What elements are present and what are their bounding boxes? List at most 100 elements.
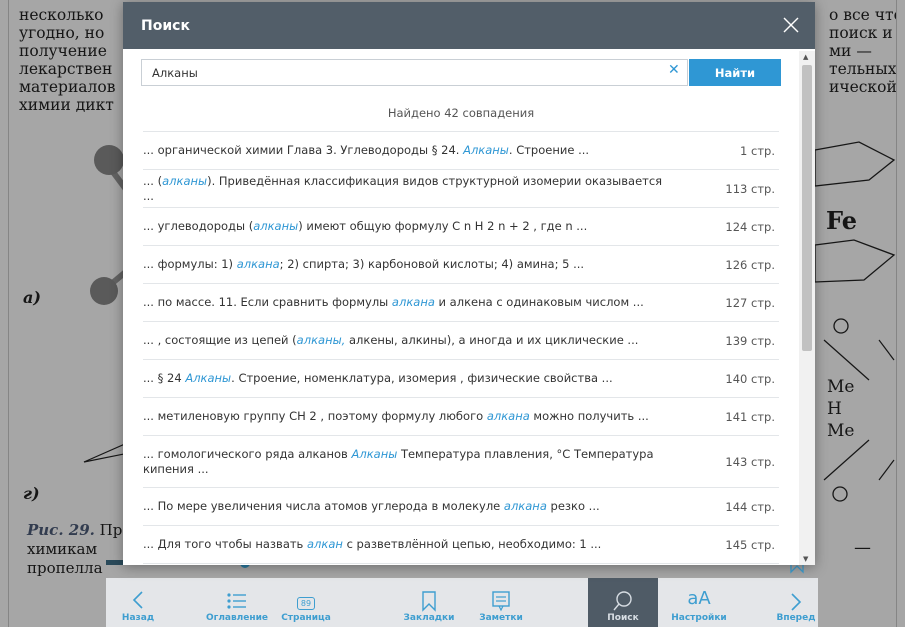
- result-snippet: ... метиленовую группу CH 2 , поэтому фо…: [143, 409, 715, 424]
- scroll-down-icon[interactable]: ▼: [803, 555, 808, 563]
- result-snippet: ... (алканы). Приведённая классификация …: [143, 174, 715, 204]
- search-icon: [613, 591, 632, 611]
- result-text-before: ... , состоящие из цепей (: [143, 333, 297, 347]
- result-text-after: можно получить ...: [529, 409, 649, 423]
- result-text-before: ... Для того чтобы назвать: [143, 537, 307, 551]
- search-result-row[interactable]: ... (алканы). Приведённая классификация …: [143, 170, 779, 208]
- search-result-row[interactable]: ... Для того чтобы назвать алкан с разве…: [143, 526, 779, 564]
- result-text-before: ... формулы: 1): [143, 257, 237, 271]
- search-label: Поиск: [607, 613, 639, 623]
- result-page: 127 стр.: [725, 295, 775, 310]
- result-page: 1 стр.: [740, 143, 775, 158]
- search-result-row[interactable]: ... По мере увеличения числа атомов угле…: [143, 488, 779, 526]
- result-text-after: ). Приведённая классификация видов струк…: [143, 173, 663, 203]
- result-snippet: ... , состоящие из цепей (алканы, алкены…: [143, 333, 715, 348]
- dialog-header: Поиск: [123, 2, 815, 49]
- result-text-after: ) имеют общую формулу C n H 2 n + 2 , гд…: [298, 219, 588, 233]
- result-highlight: алкана: [391, 295, 435, 309]
- back-button[interactable]: Назад: [118, 578, 158, 627]
- dialog-title: Поиск: [141, 17, 190, 34]
- result-text-after: с разветвлённой цепью, необходимо: 1 ...: [342, 537, 602, 551]
- result-text-before: ... По мере увеличения числа атомов угле…: [143, 499, 504, 513]
- result-page: 143 стр.: [725, 454, 775, 469]
- result-text-before: ... углеводороды (: [143, 219, 254, 233]
- settings-label: Настройки: [671, 613, 727, 623]
- result-highlight: Алканы: [185, 371, 232, 385]
- search-result-row[interactable]: ... § 24 Алканы. Строение, номенклатура,…: [143, 360, 779, 398]
- result-snippet: ... гомологического ряда алканов Алканы …: [143, 447, 715, 477]
- search-result-row[interactable]: ... органической химии Глава 3. Углеводо…: [143, 132, 779, 170]
- page-button[interactable]: 89 Страница: [276, 578, 336, 627]
- result-text-after: ; 2) спирта; 3) карбоновой кислоты; 4) а…: [279, 257, 585, 271]
- back-label: Назад: [121, 613, 155, 623]
- page-label: Страница: [281, 613, 331, 623]
- toc-button[interactable]: Оглавление: [202, 578, 272, 627]
- result-text-after: резко ...: [546, 499, 600, 513]
- result-text-after: . Строение, номенклатура, изомерия , физ…: [231, 371, 613, 385]
- result-snippet: ... По мере увеличения числа атомов угле…: [143, 499, 715, 514]
- search-result-row[interactable]: ... формулы: 1) алкана; 2) спирта; 3) ка…: [143, 246, 779, 284]
- page-icon: 89: [296, 597, 316, 610]
- result-highlight: Алканы: [351, 446, 398, 461]
- result-text-before: ... органической химии Глава 3. Углеводо…: [143, 143, 464, 157]
- result-text-after: и алкена с одинаковым числом ...: [434, 295, 644, 309]
- result-text-before: ... по массе. 11. Если сравнить формулы: [143, 295, 392, 309]
- forward-button[interactable]: Вперед: [776, 578, 816, 627]
- result-highlight: алканы: [253, 219, 299, 233]
- result-highlight: алкана: [236, 257, 280, 271]
- result-page: 139 стр.: [725, 333, 775, 348]
- settings-button[interactable]: aA Настройки: [668, 578, 730, 627]
- result-page: 126 стр.: [725, 257, 775, 272]
- result-snippet: ... формулы: 1) алкана; 2) спирта; 3) ка…: [143, 257, 715, 272]
- result-snippet: ... Для того чтобы назвать алкан с разве…: [143, 537, 715, 552]
- result-highlight: алканы,: [296, 333, 346, 347]
- bookmarks-button[interactable]: Закладки: [401, 578, 457, 627]
- result-text-after: алкены, алкины), а иногда и их циклическ…: [345, 333, 639, 347]
- result-page: 140 стр.: [725, 371, 775, 386]
- bottom-toolbar: Назад Оглавление 89 Страница Закладки За…: [106, 578, 818, 627]
- result-snippet: ... органической химии Глава 3. Углеводо…: [143, 143, 715, 158]
- search-result-row[interactable]: ... по массе. 11. Если сравнить формулы …: [143, 284, 779, 322]
- clear-search-icon[interactable]: ✕: [668, 62, 680, 78]
- search-result-row[interactable]: ... углеводороды (алканы) имеют общую фо…: [143, 208, 779, 246]
- results-count: Найдено 42 совпадения: [143, 92, 779, 132]
- search-toolbar-button[interactable]: Поиск: [588, 578, 658, 627]
- chevron-right-icon: [791, 593, 802, 611]
- list-icon: [227, 593, 246, 609]
- scroll-up-icon[interactable]: ▲: [803, 53, 808, 61]
- result-snippet: ... углеводороды (алканы) имеют общую фо…: [143, 219, 715, 234]
- bookmarks-label: Закладки: [403, 613, 455, 623]
- result-page: 144 стр.: [725, 499, 775, 514]
- results-scrollbar[interactable]: ▲ ▼: [799, 51, 815, 565]
- close-icon: [783, 17, 799, 33]
- result-snippet: ... § 24 Алканы. Строение, номенклатура,…: [143, 371, 715, 386]
- search-result-row[interactable]: ... гомологического ряда алканов Алканы …: [143, 436, 779, 488]
- result-text-before: ... § 24: [143, 371, 186, 385]
- bookmark-icon: [422, 591, 436, 612]
- result-highlight: алкана: [486, 409, 530, 423]
- forward-label: Вперед: [776, 613, 816, 623]
- search-result-row[interactable]: ... метиленовую группу CH 2 , поэтому фо…: [143, 398, 779, 436]
- result-page: 124 стр.: [725, 219, 775, 234]
- result-page: 145 стр.: [725, 537, 775, 552]
- result-highlight: алкан: [307, 537, 343, 551]
- result-text-before: ... (: [143, 173, 163, 188]
- scrollbar-thumb[interactable]: [802, 65, 812, 351]
- result-highlight: алканы: [162, 173, 208, 188]
- notes-icon: [492, 591, 510, 612]
- font-settings-icon: aA: [687, 588, 711, 609]
- search-input[interactable]: [141, 59, 688, 86]
- chevron-left-icon: [132, 591, 143, 609]
- result-text-before: ... гомологического ряда алканов: [143, 446, 352, 461]
- find-button[interactable]: Найти: [689, 59, 781, 86]
- result-highlight: алкана: [503, 499, 547, 513]
- result-page: 113 стр.: [725, 181, 775, 196]
- result-page: 141 стр.: [725, 409, 775, 424]
- notes-button[interactable]: Заметки: [476, 578, 526, 627]
- close-button[interactable]: [779, 13, 803, 37]
- search-row: ✕ Найти: [141, 59, 781, 86]
- result-highlight: Алканы: [463, 143, 509, 157]
- notes-label: Заметки: [479, 613, 523, 623]
- search-results: Найдено 42 совпадения ... органической х…: [123, 92, 799, 565]
- search-result-row[interactable]: ... , состоящие из цепей (алканы, алкены…: [143, 322, 779, 360]
